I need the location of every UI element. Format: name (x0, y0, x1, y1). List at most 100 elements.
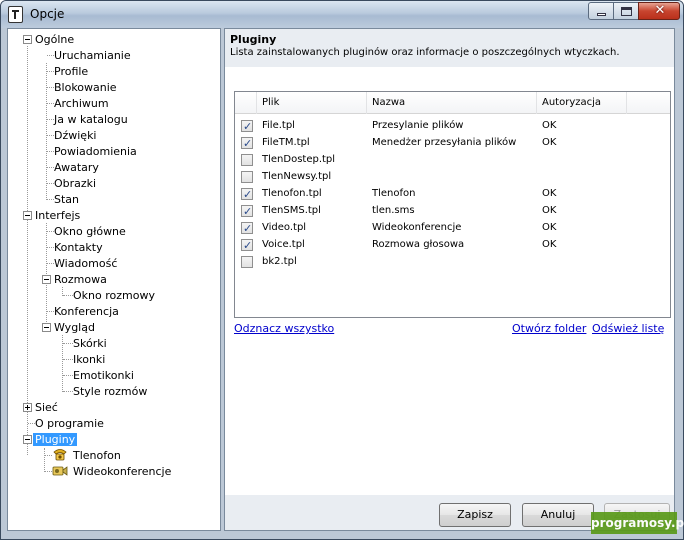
table-row[interactable]: Tlenofon.tpl Tlenofon OK (235, 185, 670, 203)
tree-item-okno-glowne[interactable]: Okno główne (54, 224, 126, 239)
tree-item-kontakty[interactable]: Kontakty (54, 240, 103, 255)
cell-file: Voice.tpl (262, 239, 305, 250)
cell-file: FileTM.tpl (262, 137, 310, 148)
plugin-checkbox[interactable] (241, 135, 253, 152)
plugin-checkbox[interactable] (241, 186, 253, 203)
table-row[interactable]: bk2.tpl (235, 253, 670, 270)
plugin-checkbox[interactable] (241, 118, 253, 135)
tree-item-okno-rozmowy[interactable]: Okno rozmowy (73, 288, 155, 303)
tree-item-blokowanie[interactable]: Blokowanie (54, 80, 117, 95)
close-button[interactable]: ✕ (638, 2, 680, 20)
expander-rozmowa[interactable] (42, 275, 51, 284)
list-header: Plik Nazwa Autoryzacja (235, 92, 670, 114)
expander-interfejs[interactable] (23, 211, 32, 220)
minimize-icon (597, 13, 606, 16)
tree-item-uruchamianie[interactable]: Uruchamianie (54, 48, 131, 63)
tree-line (47, 55, 54, 56)
tree-line (47, 87, 54, 88)
tree-item-tlenofon[interactable]: Tlenofon (73, 448, 121, 463)
tree-item-dzwieki[interactable]: Dźwięki (54, 128, 97, 143)
table-row[interactable]: TlenSMS.tpl tlen.sms OK (235, 202, 670, 220)
tree-item-wyglad[interactable]: Wygląd (54, 320, 95, 335)
title-bar[interactable]: Opcje ✕ (1, 1, 683, 28)
tree-item-emotikonki[interactable]: Emotikonki (73, 368, 134, 383)
tree-line (47, 119, 54, 120)
tree-item-style-rozmow[interactable]: Style rozmów (73, 384, 147, 399)
plugin-checkbox[interactable] (241, 171, 253, 183)
tree-item-pluginy[interactable]: Pluginy (33, 432, 78, 447)
tree-line (63, 391, 73, 392)
open-folder-link[interactable]: Otwórz folder (512, 322, 586, 335)
cancel-button[interactable]: Anuluj (522, 503, 594, 527)
plugin-checkbox[interactable] (241, 237, 253, 254)
tree-item-skorki[interactable]: Skórki (73, 336, 107, 351)
expander-pluginy[interactable] (23, 435, 32, 444)
plugins-list[interactable]: Plik Nazwa Autoryzacja File.tpl Przesylan… (234, 91, 671, 318)
tree-line (47, 151, 54, 152)
plugin-checkbox[interactable] (241, 220, 253, 237)
tree-item-wideokonferencje[interactable]: Wideokonferencje (73, 464, 171, 479)
tree-line (27, 46, 28, 455)
plugins-panel: Pluginy Lista zainstalowanych pluginów o… (224, 28, 675, 531)
cell-authorization: OK (542, 222, 557, 233)
table-row[interactable]: Video.tpl Wideokonferencje OK (235, 219, 670, 237)
plugin-checkbox[interactable] (241, 154, 253, 166)
page-description: Lista zainstalowanych pluginów oraz info… (230, 47, 620, 58)
tree-line (47, 311, 54, 312)
tree-item-wiadomosc[interactable]: Wiadomość (54, 256, 117, 271)
column-header-plik[interactable]: Plik (257, 92, 367, 114)
tree-item-obrazki[interactable]: Obrazki (54, 176, 96, 191)
column-header-checkbox[interactable] (235, 92, 257, 114)
tree-line (45, 455, 52, 456)
tree-item-awatary[interactable]: Awatary (54, 160, 99, 175)
tree-item-ja-w-katalogu[interactable]: Ja w katalogu (54, 112, 128, 127)
panel-header: Pluginy Lista zainstalowanych pluginów o… (225, 29, 674, 67)
cell-name: Tlenofon (372, 188, 416, 199)
cell-file: TlenDostep.tpl (262, 154, 336, 165)
cell-authorization: OK (542, 137, 557, 148)
tree-item-stan[interactable]: Stan (54, 192, 79, 207)
options-tree[interactable]: Ogólne Uruchamianie Profile Blokowanie A… (7, 28, 221, 531)
tree-item-ikonki[interactable]: Ikonki (73, 352, 105, 367)
tree-line (63, 295, 73, 296)
cell-authorization: OK (542, 239, 557, 250)
tree-line (44, 448, 45, 472)
table-row[interactable]: TlenDostep.tpl (235, 151, 670, 168)
tree-item-rozmowa[interactable]: Rozmowa (54, 272, 107, 287)
cell-authorization: OK (542, 120, 557, 131)
table-row[interactable]: FileTM.tpl Menedżer przesyłania plików OK (235, 134, 670, 152)
cell-name: Przesylanie plików (372, 120, 464, 131)
save-button[interactable]: Zapisz (439, 503, 511, 527)
expander-wyglad[interactable] (42, 323, 51, 332)
cell-file: Video.tpl (262, 222, 307, 233)
plugin-checkbox[interactable] (241, 203, 253, 220)
table-row[interactable]: Voice.tpl Rozmowa głosowa OK (235, 236, 670, 254)
tree-line (47, 135, 54, 136)
tree-item-interfejs[interactable]: Interfejs (35, 208, 80, 223)
expander-siec[interactable] (23, 403, 32, 412)
column-header-autoryzacja[interactable]: Autoryzacja (537, 92, 627, 114)
tree-item-o-programie[interactable]: O programie (35, 416, 104, 431)
tree-item-profile[interactable]: Profile (54, 64, 88, 79)
column-header-nazwa[interactable]: Nazwa (367, 92, 537, 114)
tree-line (47, 71, 54, 72)
table-row[interactable]: TlenNewsy.tpl (235, 168, 670, 185)
tree-item-siec[interactable]: Sieć (35, 400, 58, 415)
table-row[interactable]: File.tpl Przesylanie plików OK (235, 117, 670, 135)
tree-line (47, 199, 54, 200)
plugin-checkbox[interactable] (241, 256, 253, 268)
watermark-logo: programosy.pl (591, 512, 684, 534)
uncheck-all-link[interactable]: Odznacz wszystko (234, 322, 334, 335)
tree-item-ogolne[interactable]: Ogólne (35, 32, 74, 47)
expander-ogolne[interactable] (23, 35, 32, 44)
tree-item-konferencja[interactable]: Konferencja (54, 304, 119, 319)
minimize-button[interactable] (588, 2, 614, 20)
tree-item-archiwum[interactable]: Archiwum (54, 96, 109, 111)
phone-icon (53, 449, 67, 461)
refresh-list-link[interactable]: Odśwież listę (592, 322, 664, 335)
video-camera-icon (52, 466, 68, 476)
cell-file: TlenNewsy.tpl (262, 171, 332, 182)
tree-line (28, 423, 35, 424)
maximize-button[interactable] (613, 2, 639, 20)
tree-item-powiadomienia[interactable]: Powiadomienia (54, 144, 137, 159)
